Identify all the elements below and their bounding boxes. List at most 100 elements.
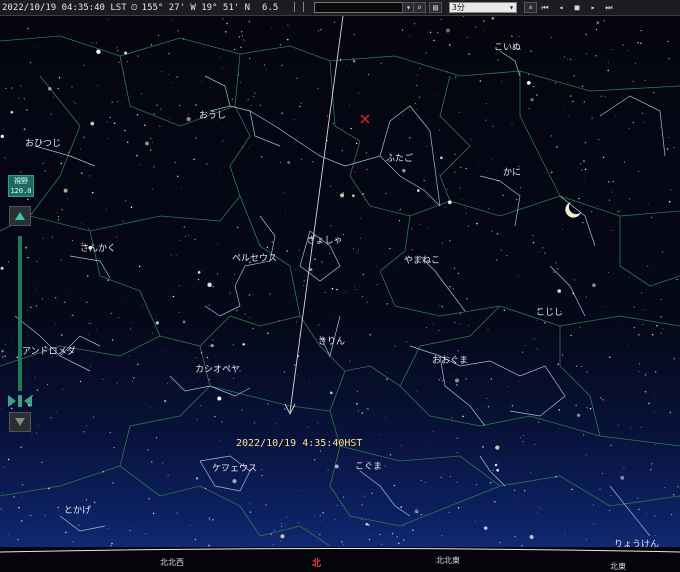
magnitude-spinner[interactable] — [294, 2, 304, 12]
location-display[interactable]: 155° 27' W 19° 51' N — [140, 3, 252, 13]
star — [37, 425, 39, 427]
slider-handle-icon — [8, 395, 32, 407]
skip-forward-icon[interactable]: ⏭ — [602, 2, 616, 13]
zoom-slider-track[interactable] — [18, 236, 22, 391]
label-kirin[interactable]: きりん — [318, 334, 345, 347]
moon-icon[interactable] — [565, 202, 581, 218]
label-sankaku[interactable]: さんかく — [80, 241, 116, 254]
star — [638, 363, 640, 365]
sky-chart[interactable]: こいぬ おうし おひつじ ふたご かに さんかく ぎょしゃ やまねこ ペルセウス… — [0, 16, 680, 571]
star — [402, 114, 404, 116]
star — [641, 112, 643, 114]
skip-back-icon[interactable]: ⏮ — [538, 2, 552, 13]
star — [167, 474, 169, 476]
star — [181, 188, 183, 189]
label-kojishi[interactable]: こじし — [536, 305, 563, 318]
star — [20, 446, 22, 448]
star — [541, 247, 544, 249]
star — [602, 156, 605, 158]
label-andromeda[interactable]: アンドロメダ — [22, 344, 76, 357]
star — [336, 191, 337, 193]
search-icon[interactable]: ⌕ — [413, 2, 426, 13]
step-settings-icon[interactable]: ≡ — [524, 2, 537, 13]
star — [666, 148, 669, 150]
zoom-slider-handle[interactable] — [8, 392, 32, 407]
label-gyosha[interactable]: ぎょしゃ — [307, 233, 343, 246]
stop-icon[interactable]: ■ — [570, 2, 584, 13]
star — [454, 322, 456, 324]
star — [364, 495, 366, 497]
label-oushi[interactable]: おうし — [199, 108, 226, 121]
star — [276, 423, 278, 425]
star — [330, 185, 332, 187]
label-ohitsuji[interactable]: おひつじ — [25, 136, 61, 149]
label-yamaneko[interactable]: やまねこ — [404, 253, 440, 266]
label-cassiopeia[interactable]: カシオペヤ — [195, 362, 240, 375]
star — [673, 147, 675, 149]
red-cross-marker-icon[interactable] — [360, 114, 370, 124]
clock-icon[interactable]: ⏲ — [129, 3, 140, 13]
star — [507, 386, 508, 387]
star — [628, 127, 630, 129]
star — [416, 109, 418, 110]
star — [452, 288, 454, 290]
star — [634, 62, 636, 64]
star — [448, 44, 451, 46]
step-back-icon[interactable]: ◂ — [554, 2, 568, 13]
star — [0, 408, 2, 409]
zoom-in-button[interactable] — [9, 206, 31, 226]
star — [532, 235, 534, 236]
fov-display[interactable]: 視野 120.0 — [8, 175, 34, 197]
star — [7, 533, 9, 535]
star — [553, 271, 555, 273]
label-futago[interactable]: ふたご — [386, 151, 413, 164]
star — [90, 375, 91, 377]
star — [178, 312, 180, 313]
step-forward-icon[interactable]: ▸ — [586, 2, 600, 13]
star — [447, 373, 449, 375]
star — [172, 295, 175, 298]
star — [376, 283, 378, 285]
star — [596, 205, 599, 208]
star — [514, 489, 516, 491]
search-input[interactable] — [314, 2, 404, 13]
star — [409, 137, 411, 139]
star — [60, 259, 62, 261]
list-icon[interactable]: ▤ — [429, 2, 442, 13]
label-koguma[interactable]: こぐま — [355, 459, 382, 472]
datetime-display[interactable]: 2022/10/19 04:35:40 LST — [0, 3, 129, 13]
star — [640, 42, 642, 44]
star — [522, 440, 524, 443]
star — [46, 383, 49, 386]
star — [416, 390, 418, 392]
star — [20, 171, 22, 173]
star — [142, 410, 144, 412]
star — [151, 461, 153, 463]
label-ooguma[interactable]: おおぐま — [432, 353, 468, 366]
star — [544, 322, 546, 324]
magnitude-display[interactable]: 6.5 — [260, 3, 280, 13]
star — [366, 152, 368, 154]
label-cepheus[interactable]: ケフェウス — [212, 461, 257, 474]
label-koinu[interactable]: こいぬ — [494, 40, 521, 53]
star — [261, 469, 263, 471]
time-step-select[interactable]: 3分 ▾ — [449, 2, 517, 13]
direction-nnw: 北北西 — [160, 558, 184, 567]
star — [176, 76, 178, 78]
star — [130, 206, 133, 209]
star — [11, 407, 13, 410]
star — [341, 541, 343, 543]
star — [187, 234, 189, 236]
star — [630, 427, 632, 428]
zoom-out-button[interactable] — [9, 412, 31, 432]
star — [462, 415, 464, 418]
star — [638, 334, 640, 336]
star — [600, 95, 603, 97]
sky-canvas[interactable] — [0, 16, 680, 571]
label-perseus[interactable]: ペルセウス — [232, 251, 277, 264]
star — [208, 519, 211, 521]
label-tokage[interactable]: とかげ — [64, 503, 91, 516]
star — [250, 104, 252, 106]
label-kani[interactable]: かに — [503, 165, 521, 178]
star — [358, 92, 360, 94]
